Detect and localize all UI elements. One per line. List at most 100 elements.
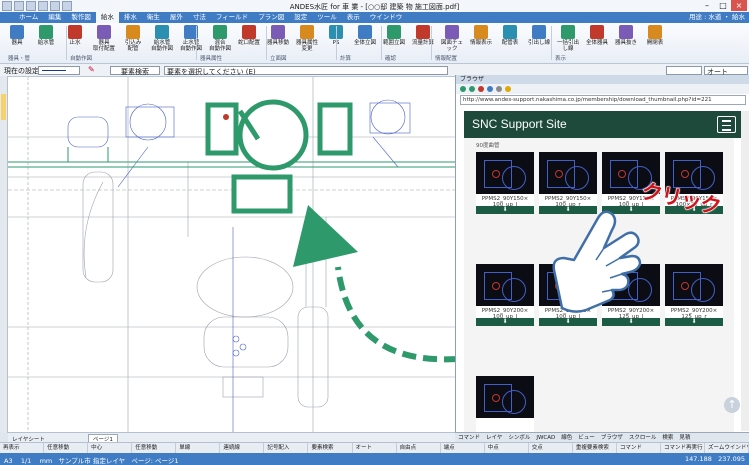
- close-icon[interactable]: ×: [731, 0, 747, 11]
- ribbon-button-label: 一括引出し線: [556, 40, 579, 52]
- ribbon-tool-icon: [648, 25, 662, 39]
- drawing-canvas[interactable]: [8, 77, 455, 432]
- symbol-thumbnail[interactable]: PPMS2_90Y200× 125_up_r ⬇: [665, 264, 723, 326]
- back-icon[interactable]: [460, 86, 466, 92]
- ribbon-button[interactable]: 流量計算: [410, 25, 436, 46]
- home-icon[interactable]: [496, 86, 502, 92]
- ribbon-button-label: 範囲立図: [382, 40, 405, 46]
- ribbon-button[interactable]: 混合 自動作図: [207, 25, 233, 52]
- layer-setting-label: 現在の設定: [4, 67, 39, 75]
- scale: 1/1: [20, 457, 32, 465]
- ribbon-tool-icon: [126, 25, 140, 39]
- menu-tab[interactable]: プラン図: [253, 12, 289, 23]
- ribbon-separator: [66, 26, 67, 60]
- ribbon-button[interactable]: 一括引出し線: [555, 25, 581, 52]
- menu-tab[interactable]: 設定: [289, 12, 312, 23]
- line-style-select[interactable]: [38, 66, 80, 75]
- ribbon-tool-icon: [271, 25, 285, 39]
- menu-tab[interactable]: ウインドウ: [365, 12, 408, 23]
- ribbon-tool-icon: [387, 25, 401, 39]
- snap-mode-select[interactable]: オート: [704, 66, 748, 76]
- status-bar: A3 1/1 mm サンプル市 指定レイヤ ページ: ページ1 147.188 …: [0, 453, 749, 465]
- symbol-thumbnail[interactable]: [476, 376, 534, 432]
- download-button[interactable]: ⬇: [476, 318, 534, 326]
- browser-nav: [456, 84, 749, 94]
- command-prompt: 要素を選択してください (E): [164, 66, 448, 76]
- ribbon-button[interactable]: 引出し線: [526, 25, 552, 46]
- ribbon-button[interactable]: 開閉表: [642, 25, 668, 46]
- thumbnail-image[interactable]: [476, 152, 534, 194]
- layer-tab-marker[interactable]: [1, 94, 6, 120]
- ribbon-button[interactable]: 配管表: [497, 25, 523, 46]
- thumbnail-image[interactable]: [476, 264, 534, 306]
- download-button[interactable]: ⬇: [665, 318, 723, 326]
- ribbon-tool-icon: [97, 25, 111, 39]
- ribbon-group-label: 確認: [385, 56, 397, 62]
- menu-tab[interactable]: 寸法: [188, 12, 211, 23]
- favorite-icon[interactable]: [505, 86, 511, 92]
- ribbon-button-label: 給水管 自動作図: [150, 40, 173, 52]
- symbol-thumbnail[interactable]: PPMS2_90Y150× 100_up_l ⬇: [476, 152, 534, 214]
- thumbnail-image[interactable]: [665, 264, 723, 306]
- current-layer: サンプル市 指定レイヤ: [58, 457, 126, 465]
- minimize-icon[interactable]: –: [699, 0, 715, 11]
- ribbon-button[interactable]: 図面チェック: [439, 25, 465, 52]
- address-bar[interactable]: http://www.andes-support.nakashima.co.jp…: [460, 95, 746, 105]
- symbol-thumbnail[interactable]: PPMS2_90Y200× 100_up_l⬇: [476, 264, 534, 326]
- element-search-button[interactable]: 要素検索: [110, 66, 160, 76]
- ribbon-button-label: 器具属性変更: [295, 40, 318, 52]
- menu-tab[interactable]: 衛生: [142, 12, 165, 23]
- ribbon-button[interactable]: 情報表示: [468, 25, 494, 46]
- ribbon-separator: [266, 26, 267, 60]
- ribbon-button[interactable]: 器具: [4, 25, 30, 46]
- ribbon-button-label: 混合 自動作図: [208, 40, 231, 52]
- menu-tab[interactable]: 製作図: [66, 12, 96, 23]
- ribbon-button[interactable]: 器具属性変更: [294, 25, 320, 52]
- ribbon-tool-icon: [590, 25, 604, 39]
- refresh-icon[interactable]: [487, 86, 493, 92]
- ribbon-button-label: 配管表: [501, 40, 519, 46]
- pointing-hand-icon: [552, 210, 642, 313]
- ribbon-button[interactable]: 引込み 配管: [120, 25, 146, 52]
- hamburger-menu-icon[interactable]: [717, 116, 736, 133]
- left-ruler: [0, 76, 8, 433]
- download-button[interactable]: ⬇: [476, 206, 534, 214]
- ribbon-button[interactable]: 器具 取付配置: [91, 25, 117, 52]
- toolbar-field[interactable]: [666, 66, 702, 75]
- ribbon-tool-icon: [213, 25, 227, 39]
- forward-icon[interactable]: [469, 86, 475, 92]
- menu-tab[interactable]: 屋外: [165, 12, 188, 23]
- pen-icon[interactable]: ✎: [88, 65, 95, 74]
- maximize-icon[interactable]: □: [715, 0, 731, 11]
- ribbon-button[interactable]: 範囲立図: [381, 25, 407, 46]
- ribbon-button[interactable]: 全体器具: [584, 25, 610, 46]
- ribbon-button[interactable]: 器具抜き: [613, 25, 639, 46]
- ribbon-group-label: 器具属性: [200, 56, 223, 62]
- ribbon-tool-icon: [39, 25, 53, 39]
- ribbon-tool-icon: [561, 25, 575, 39]
- ribbon-button[interactable]: 止水管 自動作図: [178, 25, 204, 52]
- unit: mm: [39, 457, 53, 465]
- menu-tab[interactable]: 編集: [43, 12, 66, 23]
- scroll-top-icon[interactable]: ↑: [724, 397, 740, 413]
- browser-scrollbar[interactable]: [741, 111, 749, 431]
- menu-tab[interactable]: 表示: [342, 12, 365, 23]
- ribbon-button[interactable]: 器具移動: [265, 25, 291, 46]
- ribbon-button[interactable]: 給水管 自動作図: [149, 25, 175, 52]
- ribbon-button-label: 全体立図: [353, 40, 376, 46]
- ribbon-button-label: 器具: [11, 40, 23, 46]
- menu-tab[interactable]: 給水: [95, 12, 119, 23]
- thumbnail-image[interactable]: [539, 152, 597, 194]
- menu-tab[interactable]: フィールド: [211, 12, 253, 23]
- ribbon-button[interactable]: 給水管: [33, 25, 59, 46]
- ribbon-button-label: 引込み 配管: [124, 40, 142, 52]
- thumbnail-image[interactable]: [476, 376, 534, 418]
- ribbon-button[interactable]: 蛇口配置: [236, 25, 262, 46]
- ribbon-button-label: 器具 取付配置: [92, 40, 115, 52]
- stop-icon[interactable]: [478, 86, 484, 92]
- ribbon-button-label: 流量計算: [411, 40, 434, 46]
- menu-tab[interactable]: ホーム: [14, 12, 43, 23]
- menu-tab[interactable]: 排水: [119, 12, 142, 23]
- ribbon-button[interactable]: 全体立図: [352, 25, 378, 46]
- menu-tab[interactable]: ツール: [312, 12, 342, 23]
